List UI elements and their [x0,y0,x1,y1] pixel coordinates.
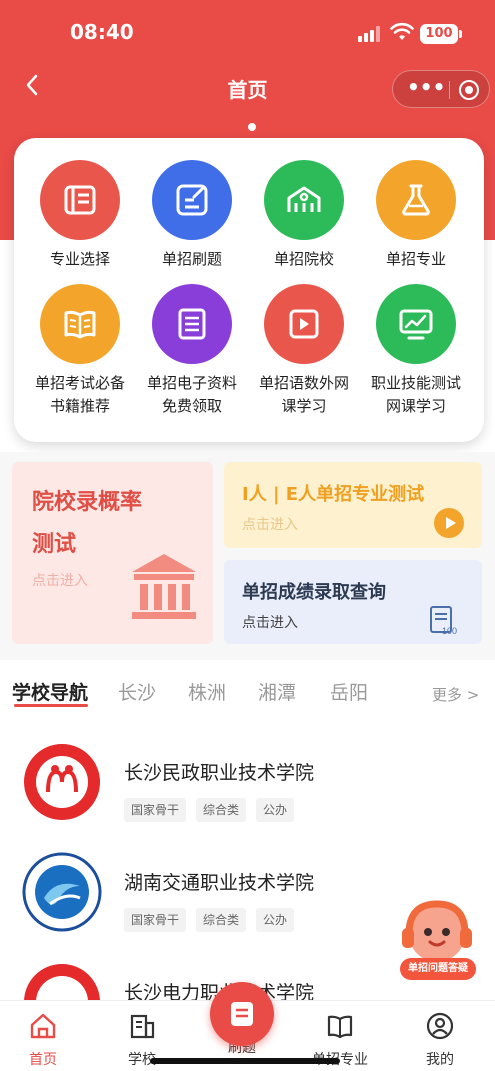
grid-item-majors[interactable]: 单招专业 [358,160,474,271]
svg-text:100: 100 [442,626,457,636]
school-tag: 公办 [256,908,295,932]
grid-item-online-course[interactable]: 单招语数外网 课学习 [246,284,362,418]
tab-zhuzhou[interactable]: 株洲 [188,678,226,705]
school-icon [264,160,344,240]
more-link[interactable]: 更多 > [432,684,479,705]
school-tag: 国家骨干 [124,798,187,822]
grid-label: 单招专业 [385,250,446,268]
practice-center-button[interactable] [210,982,274,1046]
grid-label: 单招考试必备 书籍推荐 [34,374,125,415]
school-tag: 综合类 [196,908,247,932]
edit-icon [152,160,232,240]
school-logo-icon [24,744,100,820]
target-icon[interactable] [459,80,479,100]
home-icon [30,1013,56,1039]
school-name: 长沙民政职业技术学院 [124,762,315,784]
monitor-icon [376,284,456,364]
building-icon [130,1014,155,1039]
grid-label: 单招电子资料 免费领取 [146,374,237,415]
status-time: 08:40 [70,20,134,44]
document-icon [152,284,232,364]
tab-underline [14,704,88,707]
tabbar-item-mine[interactable]: 我的 [400,1011,480,1069]
school-nav-tabs: 学校导航 长沙 株洲 湘潭 岳阳 [0,670,495,714]
grid-label: 单招刷题 [161,250,222,268]
flask-icon [376,160,456,240]
mini-program-capsule: ••• [392,70,490,108]
tabbar-label: 我的 [426,1052,454,1068]
school-tags: 国家骨干 综合类 公办 [124,798,295,822]
book-icon [40,284,120,364]
promo-subtitle: 点击进入 [242,517,298,533]
admission-probability-card[interactable]: 院校录概率 测试 点击进入 [12,462,213,644]
promo-subtitle: 点击进入 [32,573,88,589]
carousel-dot [248,123,256,131]
grid-item-practice[interactable]: 单招刷题 [134,160,250,271]
promo-subtitle: 点击进入 [242,615,298,631]
grid-label: 专业选择 [49,250,110,268]
note-icon [231,1002,253,1026]
score-query-card[interactable]: 单招成绩录取查询 点击进入 100 [224,560,482,644]
assistant-label[interactable]: 单招问题答疑 [400,958,476,980]
grid-label: 单招院校 [273,250,334,268]
promo-title: 单招成绩录取查询 [242,582,386,603]
home-indicator [150,1058,340,1064]
video-icon [264,284,344,364]
grid-label: 职业技能测试 网课学习 [370,374,461,415]
list-icon [40,160,120,240]
play-icon [434,508,464,538]
tabbar-label: 首页 [29,1052,57,1068]
open-book-icon [327,1015,353,1039]
tab-xiangtan[interactable]: 湘潭 [258,678,296,705]
school-tag: 国家骨干 [124,908,187,932]
user-icon [426,1012,454,1040]
tab-changsha[interactable]: 长沙 [118,678,156,705]
grid-item-major-select[interactable]: 专业选择 [22,160,138,271]
school-logo-icon [22,852,102,932]
tab-school-nav[interactable]: 学校导航 [12,678,88,705]
grid-label: 单招语数外网 课学习 [258,374,349,415]
more-icon[interactable]: ••• [407,77,445,100]
grid-item-materials[interactable]: 单招电子资料 免费领取 [134,284,250,418]
school-tags: 国家骨干 综合类 公办 [124,908,295,932]
wifi-icon [390,22,414,40]
grid-item-books[interactable]: 单招考试必备 书籍推荐 [22,284,138,418]
score-icon: 100 [430,606,457,636]
school-name: 湖南交通职业技术学院 [124,872,315,894]
capsule-divider [449,81,450,99]
school-list-item[interactable]: 长沙民政职业技术学院 国家骨干 综合类 公办 [0,742,495,852]
battery-icon: 100 [420,24,462,44]
status-bar: 08:40 100 [0,0,495,60]
tab-yueyang[interactable]: 岳阳 [330,678,368,705]
feature-grid: 专业选择 单招刷题 单招院校 单招专业 单招考试必备 书籍推荐 单招电子资料 免费领… [14,138,484,442]
tabbar-item-home[interactable]: 首页 [3,1011,83,1069]
bank-icon [132,554,196,619]
signal-icon [358,26,384,42]
grid-item-skill-test[interactable]: 职业技能测试 网课学习 [358,284,474,418]
grid-item-schools[interactable]: 单招院校 [246,160,362,271]
personality-major-test-card[interactable]: I人 | E人单招专业测试 点击进入 [224,462,482,548]
promo-title: I人 | E人单招专业测试 [242,484,425,505]
school-tag: 综合类 [196,798,247,822]
school-tag: 公办 [256,798,295,822]
